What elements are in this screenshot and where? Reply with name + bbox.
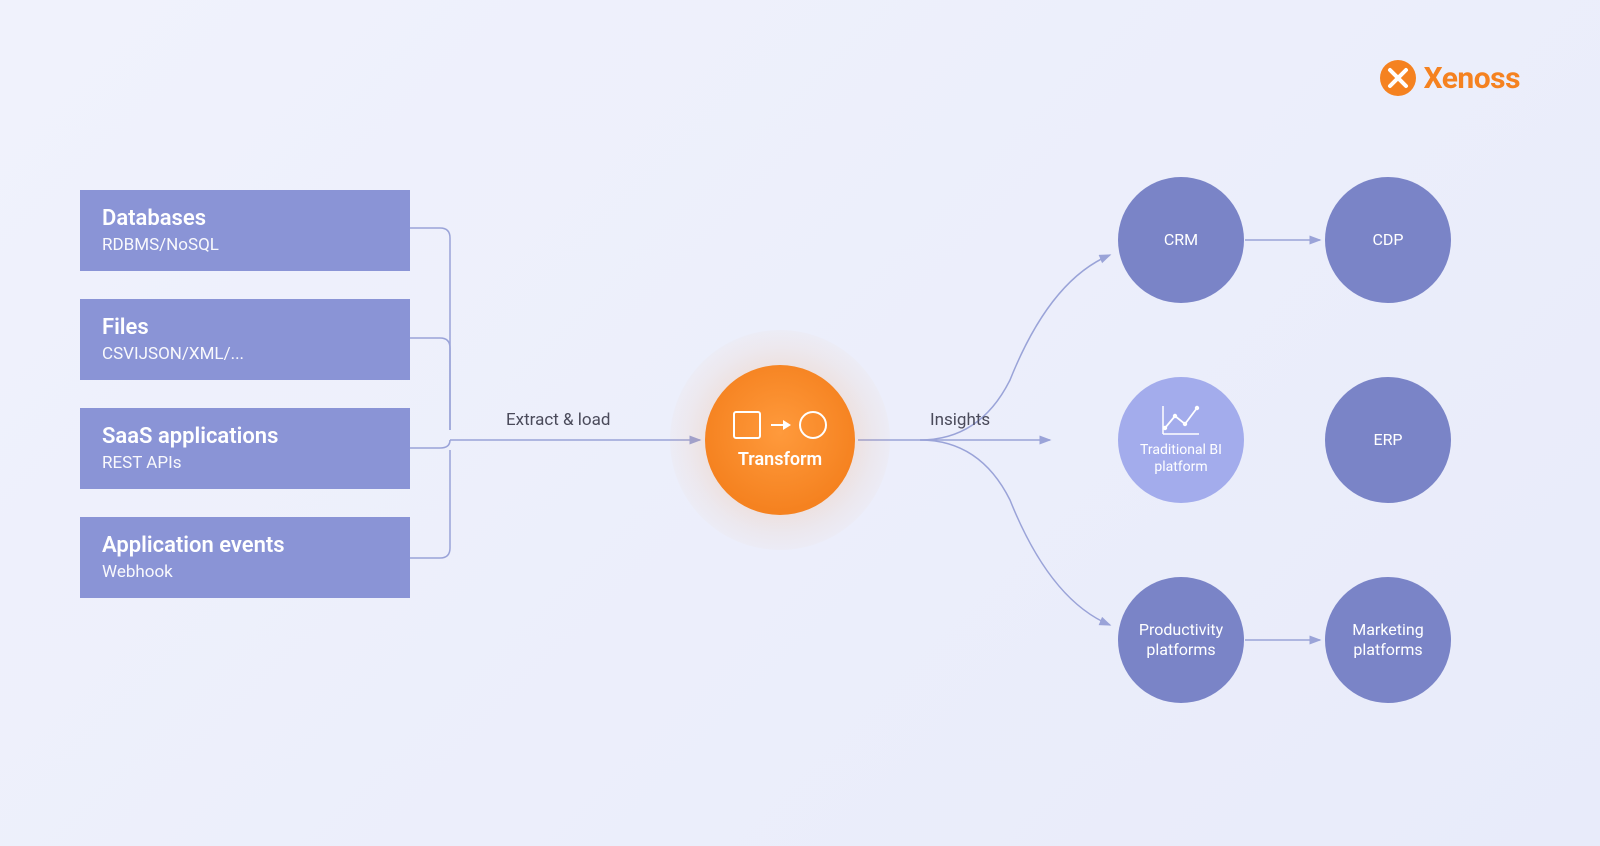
dest-cdp: CDP [1325, 177, 1451, 303]
source-title: Files [102, 315, 388, 340]
source-box-events: Application events Webhook [80, 517, 410, 598]
source-box-saas: SaaS applications REST APIs [80, 408, 410, 489]
dest-label: CDP [1372, 230, 1403, 250]
source-sub: Webhook [102, 562, 388, 582]
arrow-icon [771, 424, 789, 426]
dest-marketing: Marketing platforms [1325, 577, 1451, 703]
chart-icon [1161, 404, 1201, 436]
circle-icon [799, 411, 827, 439]
source-title: Databases [102, 206, 388, 231]
source-sub: RDBMS/NoSQL [102, 235, 388, 255]
edge-label-extract-load: Extract & load [506, 410, 610, 430]
dest-label: CRM [1164, 230, 1198, 250]
transform-node: Transform [705, 365, 855, 515]
source-column: Databases RDBMS/NoSQL Files CSVIJSON/XML… [80, 190, 410, 598]
dest-bi: Traditional BI platform [1118, 377, 1244, 503]
source-title: Application events [102, 533, 388, 558]
dest-crm: CRM [1118, 177, 1244, 303]
source-sub: REST APIs [102, 453, 388, 473]
source-box-files: Files CSVIJSON/XML/... [80, 299, 410, 380]
source-title: SaaS applications [102, 424, 388, 449]
brand-logo: Xenoss [1380, 60, 1520, 96]
logo-glyph-icon [1386, 66, 1410, 90]
dest-label: Productivity platforms [1128, 620, 1234, 660]
dest-label: Marketing platforms [1335, 620, 1441, 660]
square-icon [733, 411, 761, 439]
transform-label: Transform [738, 449, 822, 470]
dest-erp: ERP [1325, 377, 1451, 503]
logo-mark-icon [1380, 60, 1416, 96]
source-sub: CSVIJSON/XML/... [102, 344, 388, 364]
source-box-databases: Databases RDBMS/NoSQL [80, 190, 410, 271]
dest-label: Traditional BI platform [1128, 442, 1234, 477]
logo-text: Xenoss [1424, 61, 1520, 96]
transform-icon [733, 411, 827, 439]
dest-productivity: Productivity platforms [1118, 577, 1244, 703]
edge-label-insights: Insights [930, 410, 990, 430]
dest-label: ERP [1373, 430, 1402, 450]
